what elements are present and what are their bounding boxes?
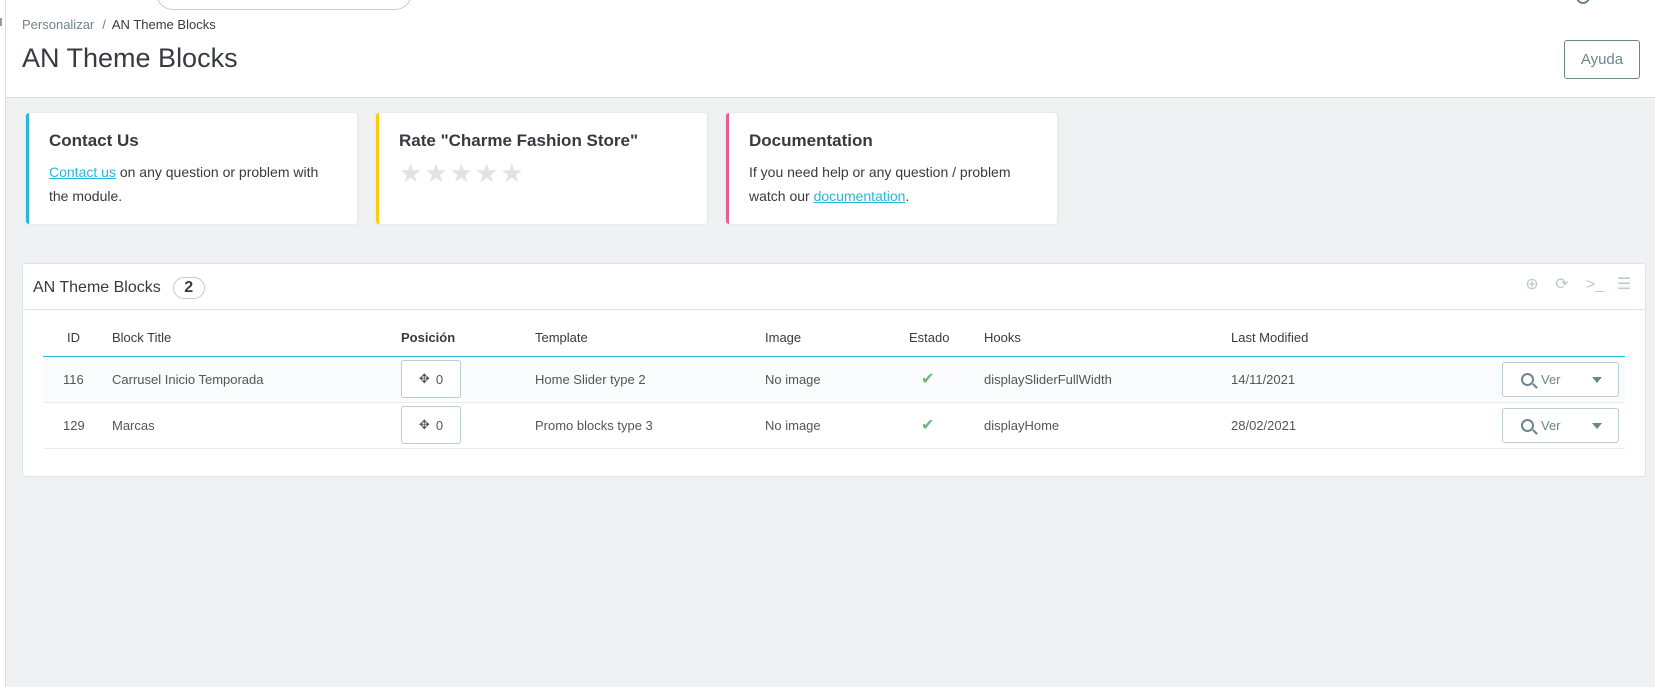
contact-us-link[interactable]: Contact us	[49, 164, 116, 180]
contact-card-title: Contact Us	[49, 131, 139, 150]
view-label: Ver	[1541, 371, 1561, 387]
table-header-row: ID Block Title Posición Template Image E…	[43, 330, 1625, 357]
cell-id: 129	[43, 402, 112, 449]
documentation-text-end: .	[905, 188, 910, 204]
cell-image: No image	[765, 402, 909, 449]
star-icon[interactable]: ★	[424, 160, 447, 186]
contact-card-text: Contact us on any question or problem wi…	[49, 160, 337, 208]
status-check-icon[interactable]: ✔	[921, 371, 934, 388]
cell-template: Promo blocks type 3	[535, 402, 765, 449]
cell-hooks: displaySliderFullWidth	[984, 356, 1231, 403]
panel-title: AN Theme Blocks 2	[33, 277, 205, 299]
cell-position: ✥ 0	[401, 402, 535, 449]
database-icon[interactable]: ☰	[1615, 276, 1633, 294]
sidebar-handle[interactable]	[0, 18, 2, 26]
status-check-icon[interactable]: ✔	[921, 417, 934, 434]
cell-title: Carrusel Inicio Temporada	[112, 356, 401, 403]
documentation-card-text: If you need help or any question / probl…	[749, 160, 1037, 208]
documentation-link[interactable]: documentation	[814, 188, 906, 204]
position-value: 0	[435, 417, 444, 433]
header-search-input[interactable]	[156, 0, 412, 10]
panel-header: AN Theme Blocks 2 ⊕ ⟳ >_ ☰	[23, 264, 1645, 310]
add-icon[interactable]: ⊕	[1523, 276, 1541, 294]
help-circle-icon[interactable]	[1576, 0, 1590, 4]
count-badge: 2	[172, 277, 205, 299]
drag-position-handle[interactable]: ✥ 0	[401, 406, 461, 444]
col-modified[interactable]: Last Modified	[1231, 330, 1431, 357]
table-row[interactable]: 129 Marcas ✥ 0 Promo blocks type 3 No ima…	[43, 402, 1625, 449]
documentation-card: Documentation If you need help or any qu…	[726, 113, 1057, 224]
col-image[interactable]: Image	[765, 330, 909, 357]
page-title: AN Theme Blocks	[22, 43, 238, 73]
rate-card: Rate "Charme Fashion Store" ★ ★ ★ ★ ★	[376, 113, 707, 224]
help-button[interactable]: Ayuda	[1564, 40, 1640, 79]
blocks-panel: AN Theme Blocks 2 ⊕ ⟳ >_ ☰ ID Block Titl…	[22, 263, 1646, 477]
sql-icon[interactable]: >_	[1583, 276, 1607, 294]
zoom-icon	[1521, 418, 1534, 432]
rating-stars[interactable]: ★ ★ ★ ★ ★	[399, 160, 687, 186]
col-title[interactable]: Block Title	[112, 330, 401, 357]
breadcrumb-parent[interactable]: Personalizar	[22, 17, 94, 32]
cell-image: No image	[765, 356, 909, 403]
col-position[interactable]: Posición	[401, 330, 535, 357]
star-icon[interactable]: ★	[450, 160, 473, 186]
cell-status: ✔	[909, 402, 984, 449]
col-status[interactable]: Estado	[909, 330, 984, 357]
page-header: Personalizar / AN Theme Blocks AN Theme Bl…	[6, 0, 1655, 98]
star-icon[interactable]: ★	[475, 160, 498, 186]
cell-actions: Ver	[1431, 356, 1625, 403]
refresh-icon[interactable]: ⟳	[1553, 276, 1571, 294]
breadcrumb-separator: /	[102, 17, 106, 32]
breadcrumb: Personalizar / AN Theme Blocks	[22, 17, 216, 32]
blocks-table: ID Block Title Posición Template Image E…	[43, 330, 1625, 449]
documentation-card-title: Documentation	[749, 131, 873, 150]
col-id[interactable]: ID	[43, 330, 112, 357]
breadcrumb-current: AN Theme Blocks	[111, 17, 216, 32]
left-sidebar-edge	[0, 0, 6, 687]
drag-position-handle[interactable]: ✥ 0	[401, 360, 461, 398]
cell-title: Marcas	[112, 402, 401, 449]
cell-actions: Ver	[1431, 402, 1625, 449]
position-value: 0	[435, 371, 444, 387]
move-icon: ✥	[418, 417, 430, 432]
cell-status: ✔	[909, 356, 984, 403]
rate-card-title: Rate "Charme Fashion Store"	[399, 131, 639, 150]
chevron-down-icon[interactable]	[1592, 376, 1602, 383]
star-icon[interactable]: ★	[399, 160, 422, 186]
zoom-icon	[1521, 372, 1534, 386]
cell-modified: 28/02/2021	[1231, 402, 1431, 449]
chevron-down-icon[interactable]	[1592, 422, 1602, 429]
cell-position: ✥ 0	[401, 356, 535, 403]
star-icon[interactable]: ★	[500, 160, 523, 186]
view-button[interactable]: Ver	[1502, 361, 1619, 397]
contact-card: Contact Us Contact us on any question or…	[26, 113, 357, 224]
view-label: Ver	[1541, 417, 1561, 433]
col-template[interactable]: Template	[535, 330, 765, 357]
col-actions	[1431, 330, 1625, 357]
cell-hooks: displayHome	[984, 402, 1231, 449]
cell-id: 116	[43, 356, 112, 403]
move-icon: ✥	[418, 371, 430, 386]
cell-modified: 14/11/2021	[1231, 356, 1431, 403]
col-hooks[interactable]: Hooks	[984, 330, 1231, 357]
table-row[interactable]: 116 Carrusel Inicio Temporada ✥ 0 Home Sl…	[43, 356, 1625, 403]
view-button[interactable]: Ver	[1502, 407, 1619, 443]
cell-template: Home Slider type 2	[535, 356, 765, 403]
panel-title-text: AN Theme Blocks	[33, 279, 161, 296]
